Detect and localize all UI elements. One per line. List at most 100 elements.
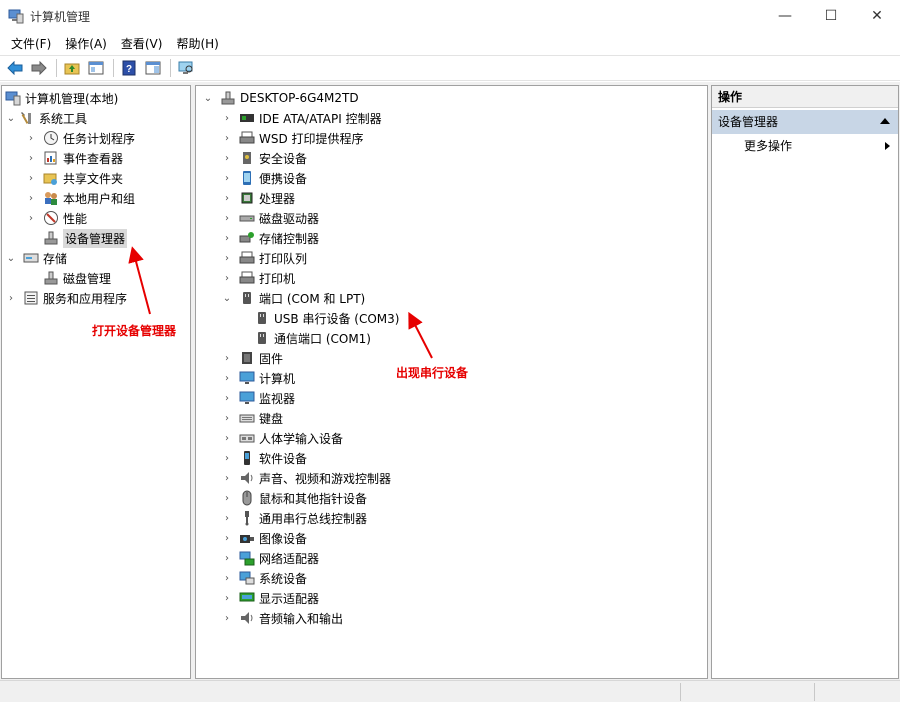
device-category-row[interactable]: USB 串行设备 (COM3) [254, 308, 399, 328]
device-category-row[interactable]: › 打印机 [221, 268, 295, 288]
chevron-right-icon[interactable]: › [221, 548, 233, 568]
device-category-row[interactable]: › 处理器 [221, 188, 295, 208]
actions-section-device-manager[interactable]: 设备管理器 [712, 110, 898, 134]
chevron-down-icon[interactable]: ⌄ [221, 288, 233, 308]
close-button[interactable]: ✕ [854, 0, 900, 32]
chevron-right-icon[interactable]: › [221, 188, 233, 208]
back-arrow-icon [7, 61, 23, 75]
chevron-right-icon[interactable]: › [5, 288, 17, 308]
chevron-right-icon[interactable]: › [25, 128, 37, 148]
device-category-row[interactable]: 通信端口 (COM1) [254, 328, 371, 348]
device-category-row[interactable]: › 系统设备 [221, 568, 307, 588]
chevron-right-icon[interactable]: › [221, 488, 233, 508]
chevron-right-icon[interactable]: › [221, 388, 233, 408]
maximize-button[interactable]: ☐ [808, 0, 854, 32]
chevron-right-icon[interactable]: › [221, 408, 233, 428]
device-category-row[interactable]: › 通用串行总线控制器 [221, 508, 367, 528]
show-tree-button[interactable] [85, 57, 107, 79]
device-category-row[interactable]: › 鼠标和其他指针设备 [221, 488, 367, 508]
chevron-right-icon[interactable]: › [221, 248, 233, 268]
forward-arrow-icon [31, 61, 47, 75]
tree-shared-folders[interactable]: › 共享文件夹 [25, 168, 123, 188]
chevron-down-icon[interactable]: ⌄ [202, 88, 214, 108]
chevron-right-icon[interactable]: › [221, 348, 233, 368]
device-category-row[interactable]: › 显示适配器 [221, 588, 319, 608]
system-device-icon [239, 570, 255, 586]
device-category-row[interactable]: ⌄ 端口 (COM 和 LPT) [221, 288, 365, 308]
chevron-right-icon[interactable]: › [221, 228, 233, 248]
chevron-right-icon[interactable]: › [25, 208, 37, 228]
device-category-row[interactable]: › 音频输入和输出 [221, 608, 343, 628]
chevron-down-icon[interactable]: ⌄ [5, 108, 17, 128]
device-category-row[interactable]: › 网络适配器 [221, 548, 319, 568]
device-category-row[interactable]: › WSD 打印提供程序 [221, 128, 364, 148]
toolbar-separator [56, 59, 57, 77]
tree-device-manager[interactable]: 设备管理器 [43, 228, 128, 248]
device-category-row[interactable]: › 软件设备 [221, 448, 307, 468]
chevron-right-icon[interactable]: › [221, 128, 233, 148]
chevron-right-icon[interactable]: › [221, 468, 233, 488]
tree-event-viewer[interactable]: › 事件查看器 [25, 148, 123, 168]
device-category-row[interactable]: › 便携设备 [221, 168, 307, 188]
menu-help[interactable]: 帮助(H) [171, 34, 223, 54]
tree-local-users[interactable]: › 本地用户和组 [25, 188, 135, 208]
chevron-right-icon[interactable]: › [25, 188, 37, 208]
device-category-row[interactable]: › IDE ATA/ATAPI 控制器 [221, 108, 382, 128]
back-button[interactable] [4, 57, 26, 79]
chevron-right-icon[interactable]: › [221, 148, 233, 168]
menu-action[interactable]: 操作(A) [60, 34, 112, 54]
chevron-right-icon[interactable]: › [221, 568, 233, 588]
status-cell [680, 683, 814, 701]
up-level-button[interactable] [61, 57, 83, 79]
collapse-up-icon[interactable] [880, 118, 890, 124]
chevron-right-icon[interactable]: › [221, 588, 233, 608]
tree-disk-management[interactable]: 磁盘管理 [43, 268, 111, 288]
chevron-right-icon[interactable]: › [221, 108, 233, 128]
minimize-button[interactable]: — [762, 0, 808, 32]
chevron-right-icon[interactable]: › [221, 528, 233, 548]
device-category-row[interactable]: › 键盘 [221, 408, 283, 428]
forward-button[interactable] [28, 57, 50, 79]
chevron-right-icon[interactable]: › [221, 368, 233, 388]
chevron-right-icon[interactable]: › [25, 168, 37, 188]
menu-file[interactable]: 文件(F) [6, 34, 56, 54]
chevron-right-icon[interactable]: › [221, 608, 233, 628]
device-tree-root[interactable]: ⌄ DESKTOP-6G4M2TD [202, 88, 359, 108]
hid-icon [239, 430, 255, 446]
tree-system-tools[interactable]: ⌄ 系统工具 [5, 108, 87, 128]
workspace: 计算机管理(本地) ⌄ 系统工具 › 任务计划程序 › 事件查看器 › 共享文件… [0, 82, 900, 680]
device-category-row[interactable]: › 计算机 [221, 368, 295, 388]
chevron-right-icon[interactable]: › [221, 268, 233, 288]
action-pane-button[interactable] [142, 57, 164, 79]
menu-view[interactable]: 查看(V) [116, 34, 168, 54]
more-actions[interactable]: 更多操作 [744, 136, 894, 156]
help-icon: ? [122, 60, 136, 76]
chevron-right-icon[interactable]: › [221, 508, 233, 528]
device-category-row[interactable]: › 打印队列 [221, 248, 307, 268]
chevron-right-icon[interactable]: › [221, 428, 233, 448]
scan-monitor-icon [178, 61, 193, 74]
device-category-row[interactable]: › 安全设备 [221, 148, 307, 168]
chevron-right-icon[interactable]: › [221, 448, 233, 468]
tree-services-apps[interactable]: › 服务和应用程序 [5, 288, 127, 308]
tree-root[interactable]: 计算机管理(本地) [5, 88, 118, 108]
chevron-right-icon[interactable]: › [25, 148, 37, 168]
device-category-row[interactable]: › 声音、视频和游戏控制器 [221, 468, 391, 488]
tree-task-scheduler[interactable]: › 任务计划程序 [25, 128, 135, 148]
scan-hardware-button[interactable] [175, 57, 197, 79]
device-category-row[interactable]: › 人体学输入设备 [221, 428, 343, 448]
chevron-right-icon[interactable]: › [221, 208, 233, 228]
tree-performance[interactable]: › 性能 [25, 208, 87, 228]
chevron-right-icon[interactable]: › [221, 168, 233, 188]
help-button[interactable]: ? [118, 57, 140, 79]
device-category-row[interactable]: › 监视器 [221, 388, 295, 408]
chevron-down-icon[interactable]: ⌄ [5, 248, 17, 268]
device-category-row[interactable]: › 图像设备 [221, 528, 307, 548]
device-category-row[interactable]: › 存储控制器 [221, 228, 319, 248]
device-category-row[interactable]: › 固件 [221, 348, 283, 368]
window-title: 计算机管理 [30, 9, 91, 24]
tree-storage[interactable]: ⌄ 存储 [5, 248, 67, 268]
menu-bar: 文件(F) 操作(A) 查看(V) 帮助(H) [0, 33, 900, 55]
disk-management-icon [43, 270, 59, 286]
device-category-row[interactable]: › 磁盘驱动器 [221, 208, 319, 228]
